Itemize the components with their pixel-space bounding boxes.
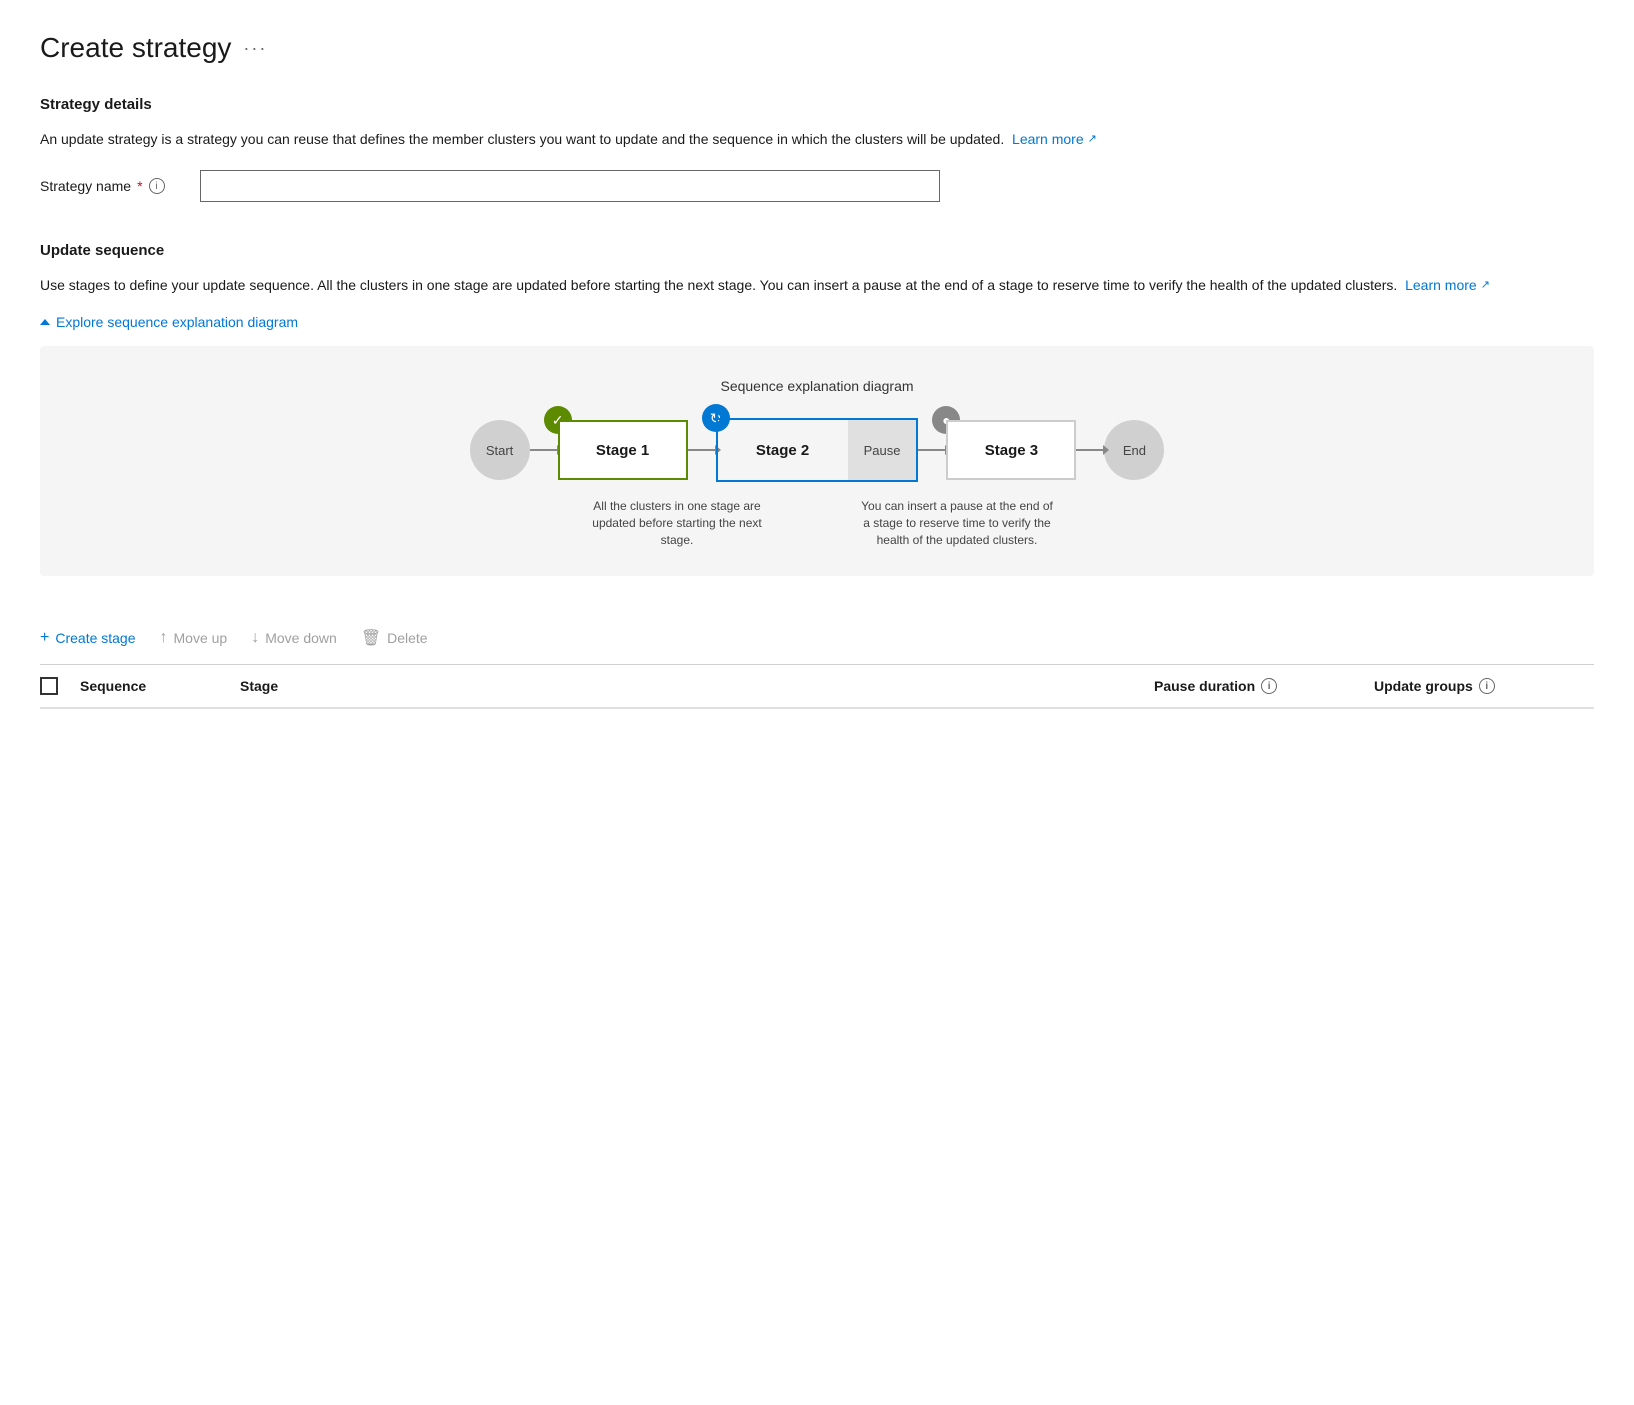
external-link-icon-2: ↗ bbox=[1481, 277, 1490, 294]
update-sequence-description: Use stages to define your update sequenc… bbox=[40, 275, 1594, 296]
end-node: End bbox=[1104, 420, 1164, 480]
trash-icon: 🗑 bbox=[361, 628, 381, 648]
required-indicator: * bbox=[137, 178, 142, 194]
move-up-button[interactable]: ↑ Move up bbox=[160, 625, 228, 651]
strategy-details-section: Strategy details An update strategy is a… bbox=[40, 96, 1594, 202]
page-title: Create strategy bbox=[40, 32, 231, 64]
diagram-labels: All the clusters in one stage are update… bbox=[64, 498, 1570, 548]
strategy-name-row: Strategy name * i bbox=[40, 170, 1594, 202]
diagram-title: Sequence explanation diagram bbox=[64, 378, 1570, 394]
table-header-stage: Stage bbox=[240, 678, 1154, 694]
diagram-flow: Start ✓ Stage 1 ↻ bbox=[64, 418, 1570, 482]
arrow-down-icon: ↓ bbox=[251, 629, 259, 647]
stage1-wrapper: ✓ Stage 1 bbox=[558, 420, 688, 480]
update-sequence-section: Update sequence Use stages to define you… bbox=[40, 242, 1594, 576]
table-header-checkbox-cell bbox=[40, 677, 80, 695]
move-down-button[interactable]: ↓ Move down bbox=[251, 625, 337, 651]
diagram-label-2: You can insert a pause at the end of a s… bbox=[857, 498, 1057, 548]
toolbar: + Create stage ↑ Move up ↓ Move down 🗑 D… bbox=[40, 612, 1594, 665]
stage3-box: Stage 3 bbox=[946, 420, 1076, 480]
arrow-2 bbox=[688, 449, 716, 451]
arrow-up-icon: ↑ bbox=[160, 629, 168, 647]
stage2-group: Stage 2 Pause bbox=[716, 418, 919, 482]
page-header: Create strategy ··· bbox=[40, 32, 1594, 64]
update-groups-info-icon: i bbox=[1479, 678, 1495, 694]
plus-icon: + bbox=[40, 629, 49, 647]
stage1-box: Stage 1 bbox=[558, 420, 688, 480]
stage2-box: Stage 2 bbox=[718, 420, 848, 480]
strategy-name-label: Strategy name * i bbox=[40, 178, 180, 194]
table-header-update-groups: Update groups i bbox=[1374, 678, 1594, 694]
select-all-checkbox[interactable] bbox=[40, 677, 58, 695]
diagram-label-1: All the clusters in one stage are update… bbox=[577, 498, 777, 548]
strategy-name-info-icon: i bbox=[149, 178, 165, 194]
arrow-4 bbox=[1076, 449, 1104, 451]
strategy-details-learn-more[interactable]: Learn more ↗ bbox=[1012, 129, 1097, 150]
table-header: Sequence Stage Pause duration i Update g… bbox=[40, 665, 1594, 709]
delete-button[interactable]: 🗑 Delete bbox=[361, 624, 428, 652]
page-title-dots: ··· bbox=[243, 38, 267, 59]
stage2-wrapper: ↻ Stage 2 Pause bbox=[716, 418, 919, 482]
start-node: Start bbox=[470, 420, 530, 480]
external-link-icon: ↗ bbox=[1088, 131, 1097, 148]
update-sequence-learn-more[interactable]: Learn more ↗ bbox=[1405, 275, 1490, 296]
arrow-3 bbox=[918, 449, 946, 451]
table-header-sequence: Sequence bbox=[80, 678, 240, 694]
pause-duration-info-icon: i bbox=[1261, 678, 1277, 694]
strategy-name-input[interactable] bbox=[200, 170, 940, 202]
sequence-diagram: Sequence explanation diagram Start ✓ Sta… bbox=[40, 346, 1594, 576]
explore-diagram-link[interactable]: Explore sequence explanation diagram bbox=[40, 314, 298, 330]
create-stage-button[interactable]: + Create stage bbox=[40, 625, 136, 651]
pause-box: Pause bbox=[848, 420, 917, 480]
strategy-details-description: An update strategy is a strategy you can… bbox=[40, 129, 1594, 150]
update-sequence-title: Update sequence bbox=[40, 242, 1594, 259]
arrow-1 bbox=[530, 449, 558, 451]
strategy-details-title: Strategy details bbox=[40, 96, 1594, 113]
stage3-wrapper: ● Stage 3 bbox=[946, 420, 1076, 480]
table-header-pause-duration: Pause duration i bbox=[1154, 678, 1374, 694]
chevron-up-icon bbox=[40, 319, 50, 325]
